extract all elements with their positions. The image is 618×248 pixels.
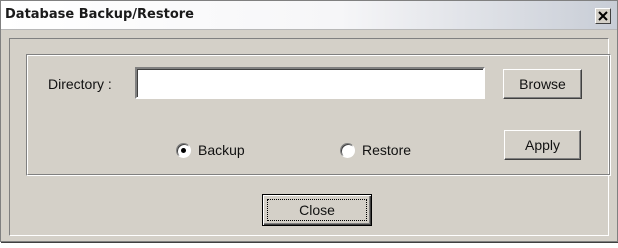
radio-unselected-icon [340,142,355,158]
close-button[interactable]: Close [262,194,372,226]
backup-radio-label: Backup [198,142,245,158]
radio-selected-icon [176,142,191,158]
dialog-title: Database Backup/Restore [5,7,194,22]
close-button-label: Close [299,202,335,218]
restore-radio[interactable]: Restore [340,142,411,158]
backup-radio[interactable]: Backup [176,142,245,158]
restore-radio-label: Restore [362,142,412,158]
title-bar[interactable]: Database Backup/Restore [1,1,617,30]
browse-button[interactable]: Browse [503,69,582,99]
close-icon[interactable] [595,8,611,24]
apply-button[interactable]: Apply [504,130,581,160]
directory-label: Directory : [48,76,112,92]
directory-input[interactable] [135,67,485,99]
